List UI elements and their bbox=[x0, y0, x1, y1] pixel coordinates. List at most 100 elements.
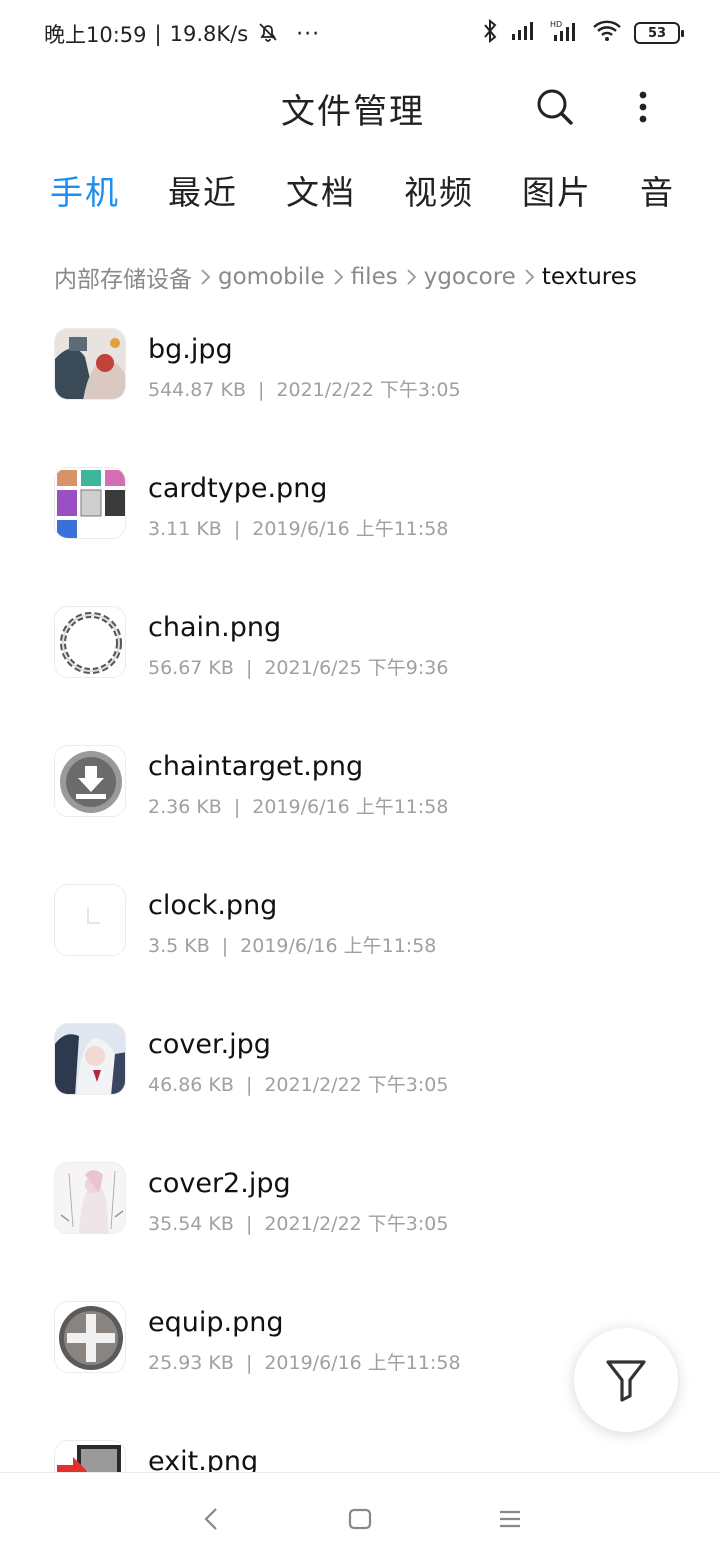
file-date: 2021/2/22 下午3:05 bbox=[264, 1074, 449, 1096]
file-name: cover.jpg bbox=[148, 1029, 271, 1060]
file-size: 46.86 KB bbox=[148, 1074, 234, 1096]
status-bar: 晚上10:59 | 19.8K/s ··· HD 53 bbox=[0, 0, 720, 66]
file-row[interactable]: bg.jpg 544.87 KB | 2021/2/22 下午3:05 bbox=[0, 318, 720, 457]
file-row[interactable]: chaintarget.png 2.36 KB | 2019/6/16 上午11:5… bbox=[0, 735, 720, 874]
file-row[interactable]: exit.png bbox=[0, 1430, 720, 1472]
file-size: 56.67 KB bbox=[148, 657, 234, 679]
file-date: 2019/6/16 上午11:58 bbox=[240, 935, 437, 957]
tab-recent[interactable]: 最近 bbox=[168, 166, 238, 214]
breadcrumb-item[interactable]: ygocore bbox=[424, 264, 516, 290]
breadcrumb-current: textures bbox=[541, 264, 637, 290]
file-list: bg.jpg 544.87 KB | 2021/2/22 下午3:05 cardty… bbox=[0, 318, 720, 1472]
title-bar: 文件管理 bbox=[0, 70, 720, 144]
file-name: chain.png bbox=[148, 612, 282, 643]
signal-icon bbox=[510, 20, 538, 46]
meta-separator: | bbox=[245, 1074, 253, 1096]
file-date: 2019/6/16 上午11:58 bbox=[264, 1352, 461, 1374]
chevron-right-icon bbox=[525, 269, 535, 285]
file-name: clock.png bbox=[148, 890, 278, 921]
file-size: 25.93 KB bbox=[148, 1352, 234, 1374]
file-name: equip.png bbox=[148, 1307, 284, 1338]
navigation-bar bbox=[0, 1472, 720, 1560]
more-vert-icon[interactable] bbox=[626, 86, 660, 128]
file-meta: 25.93 KB | 2019/6/16 上午11:58 bbox=[148, 1348, 461, 1375]
overflow-dots-icon: ··· bbox=[296, 21, 321, 47]
image-thumbnail-icon bbox=[54, 328, 126, 400]
file-date: 2019/6/16 上午11:58 bbox=[252, 518, 449, 540]
file-name: cardtype.png bbox=[148, 473, 328, 504]
file-meta: 3.5 KB | 2019/6/16 上午11:58 bbox=[148, 931, 436, 958]
bluetooth-icon bbox=[482, 18, 498, 48]
breadcrumb-item[interactable]: files bbox=[351, 264, 398, 290]
filter-button[interactable] bbox=[574, 1328, 678, 1432]
tab-phone[interactable]: 手机 bbox=[50, 166, 120, 214]
status-time: 晚上10:59 bbox=[44, 23, 147, 47]
category-tabs: 手机 最近 文档 视频 图片 音 bbox=[0, 166, 720, 226]
image-thumbnail-icon bbox=[54, 884, 126, 956]
battery-icon: 53 bbox=[634, 22, 684, 44]
tab-images[interactable]: 图片 bbox=[522, 166, 592, 214]
image-thumbnail-icon bbox=[54, 467, 126, 539]
breadcrumb-item[interactable]: gomobile bbox=[218, 264, 325, 290]
file-meta: 56.67 KB | 2021/6/25 下午9:36 bbox=[148, 653, 448, 680]
meta-separator: | bbox=[221, 935, 229, 957]
mute-bell-icon bbox=[256, 20, 280, 49]
status-divider: | bbox=[154, 22, 162, 46]
meta-separator: | bbox=[233, 796, 241, 818]
image-thumbnail-icon bbox=[54, 745, 126, 817]
tab-videos[interactable]: 视频 bbox=[404, 166, 474, 214]
file-meta: 544.87 KB | 2021/2/22 下午3:05 bbox=[148, 375, 461, 402]
image-thumbnail-icon bbox=[54, 1162, 126, 1234]
status-right: HD 53 bbox=[482, 18, 684, 48]
file-date: 2021/2/22 下午3:05 bbox=[276, 379, 461, 401]
file-name: exit.png bbox=[148, 1446, 259, 1472]
file-row[interactable]: chain.png 56.67 KB | 2021/6/25 下午9:36 bbox=[0, 596, 720, 735]
meta-separator: | bbox=[258, 379, 265, 401]
image-thumbnail-icon bbox=[54, 1301, 126, 1373]
file-date: 2019/6/16 上午11:58 bbox=[252, 796, 449, 818]
meta-separator: | bbox=[245, 1352, 253, 1374]
image-thumbnail-icon bbox=[54, 1440, 126, 1472]
file-name: cover2.jpg bbox=[148, 1168, 291, 1199]
image-thumbnail-icon bbox=[54, 606, 126, 678]
file-name: bg.jpg bbox=[148, 334, 233, 365]
filter-icon bbox=[606, 1360, 646, 1402]
home-icon[interactable] bbox=[340, 1499, 380, 1539]
chevron-right-icon bbox=[334, 269, 343, 285]
breadcrumb-item[interactable]: 内部存储设备 bbox=[54, 260, 192, 294]
file-row[interactable]: cardtype.png 3.11 KB | 2019/6/16 上午11:58 bbox=[0, 457, 720, 596]
file-size: 3.5 KB bbox=[148, 935, 210, 957]
hd-signal-icon: HD bbox=[550, 19, 580, 47]
file-size: 544.87 KB bbox=[148, 379, 247, 401]
chevron-right-icon bbox=[201, 269, 211, 285]
tab-audio[interactable]: 音 bbox=[640, 166, 675, 214]
file-size: 2.36 KB bbox=[148, 796, 222, 818]
file-meta: 35.54 KB | 2021/2/22 下午3:05 bbox=[148, 1209, 448, 1236]
svg-text:HD: HD bbox=[550, 20, 562, 29]
recents-icon[interactable] bbox=[490, 1499, 530, 1539]
image-thumbnail-icon bbox=[54, 1023, 126, 1095]
chevron-right-icon bbox=[407, 269, 416, 285]
meta-separator: | bbox=[245, 657, 253, 679]
file-meta: 46.86 KB | 2021/2/22 下午3:05 bbox=[148, 1070, 448, 1097]
file-meta: 2.36 KB | 2019/6/16 上午11:58 bbox=[148, 792, 448, 819]
file-date: 2021/2/22 下午3:05 bbox=[264, 1213, 449, 1235]
search-icon[interactable] bbox=[534, 86, 576, 128]
file-size: 35.54 KB bbox=[148, 1213, 234, 1235]
meta-separator: | bbox=[233, 518, 241, 540]
file-row[interactable]: cover.jpg 46.86 KB | 2021/2/22 下午3:05 bbox=[0, 1013, 720, 1152]
file-meta: 3.11 KB | 2019/6/16 上午11:58 bbox=[148, 514, 448, 541]
page-title: 文件管理 bbox=[281, 92, 425, 132]
file-row[interactable]: clock.png 3.5 KB | 2019/6/16 上午11:58 bbox=[0, 874, 720, 1013]
meta-separator: | bbox=[245, 1213, 253, 1235]
file-date: 2021/6/25 下午9:36 bbox=[264, 657, 449, 679]
tab-documents[interactable]: 文档 bbox=[286, 166, 356, 214]
status-left: 晚上10:59 | 19.8K/s ··· bbox=[44, 19, 320, 49]
wifi-icon bbox=[592, 19, 622, 47]
file-size: 3.11 KB bbox=[148, 518, 222, 540]
status-speed: 19.8K/s bbox=[169, 22, 249, 46]
file-row[interactable]: cover2.jpg 35.54 KB | 2021/2/22 下午3:05 bbox=[0, 1152, 720, 1291]
file-name: chaintarget.png bbox=[148, 751, 364, 782]
breadcrumb: 内部存储设备 gomobile files ygocore textures bbox=[54, 260, 637, 294]
back-icon[interactable] bbox=[192, 1499, 232, 1539]
